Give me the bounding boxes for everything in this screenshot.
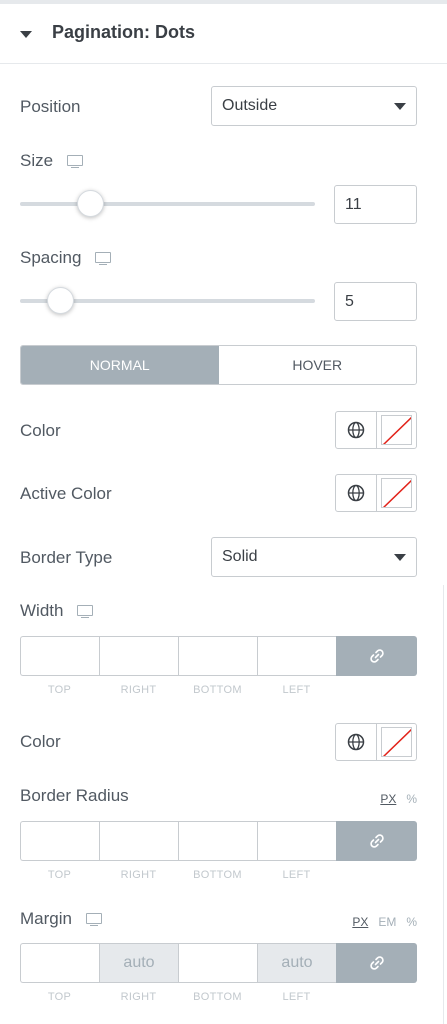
state-tabs: NORMAL HOVER [20, 345, 417, 385]
position-label: Position [20, 97, 81, 116]
border-type-select-value: Solid [222, 548, 258, 565]
width-dimension-labels: TOP RIGHT BOTTOM LEFT [47, 684, 311, 696]
active-color-picker[interactable] [335, 474, 417, 512]
width-label: Width [20, 601, 94, 621]
size-input[interactable]: 11 [334, 185, 417, 224]
globe-icon[interactable] [336, 475, 377, 511]
section-header[interactable]: Pagination: Dots [0, 4, 447, 64]
size-slider-track[interactable] [20, 202, 315, 206]
chevron-down-icon [394, 103, 406, 110]
border-type-label: Border Type [20, 548, 113, 567]
unit-percent[interactable]: % [406, 915, 417, 929]
tab-normal[interactable]: NORMAL [21, 346, 219, 384]
border-color-label: Color [20, 732, 61, 751]
position-select[interactable]: Outside [211, 86, 417, 126]
margin-dimensions: auto auto [20, 943, 417, 983]
unit-px[interactable]: PX [352, 915, 368, 929]
monitor-icon[interactable] [95, 251, 112, 266]
panel-divider [443, 585, 444, 1024]
monitor-icon[interactable] [85, 912, 102, 927]
width-top-input[interactable] [20, 636, 99, 676]
border-color-swatch[interactable] [377, 724, 416, 760]
globe-icon[interactable] [336, 724, 377, 760]
monitor-icon[interactable] [67, 154, 84, 169]
margin-units: PX EM % [352, 915, 417, 929]
radius-right-input[interactable] [99, 821, 178, 861]
chevron-down-icon [394, 554, 406, 561]
spacing-label: Spacing [20, 248, 112, 268]
monitor-icon[interactable] [77, 604, 94, 619]
radius-bottom-input[interactable] [178, 821, 257, 861]
link-icon[interactable] [336, 636, 417, 676]
radius-left-input[interactable] [257, 821, 336, 861]
link-icon[interactable] [336, 821, 417, 861]
spacing-input[interactable]: 5 [334, 282, 417, 321]
width-left-input[interactable] [257, 636, 336, 676]
width-right-input[interactable] [99, 636, 178, 676]
spacing-slider-thumb[interactable] [47, 287, 74, 314]
color-label: Color [20, 421, 61, 440]
size-label: Size [20, 151, 84, 171]
border-type-select[interactable]: Solid [211, 537, 417, 577]
border-radius-label: Border Radius [20, 786, 129, 805]
color-picker[interactable] [335, 411, 417, 449]
link-icon[interactable] [336, 943, 417, 983]
radius-top-input[interactable] [20, 821, 99, 861]
radius-dimension-labels: TOP RIGHT BOTTOM LEFT [47, 869, 311, 881]
border-color-picker[interactable] [335, 723, 417, 761]
width-dimensions [20, 636, 417, 676]
width-bottom-input[interactable] [178, 636, 257, 676]
unit-px[interactable]: PX [380, 792, 396, 806]
border-radius-units: PX % [380, 792, 417, 806]
margin-bottom-input[interactable] [178, 943, 257, 983]
globe-icon[interactable] [336, 412, 377, 448]
active-color-swatch[interactable] [377, 475, 416, 511]
caret-down-icon [20, 31, 32, 38]
unit-em[interactable]: EM [378, 915, 396, 929]
margin-top-input[interactable] [20, 943, 99, 983]
border-radius-dimensions [20, 821, 417, 861]
unit-percent[interactable]: % [406, 792, 417, 806]
margin-dimension-labels: TOP RIGHT BOTTOM LEFT [47, 991, 311, 1003]
section-title: Pagination: Dots [52, 22, 195, 42]
margin-label: Margin [20, 909, 102, 929]
tab-hover[interactable]: HOVER [218, 346, 416, 384]
active-color-label: Active Color [20, 484, 112, 503]
color-swatch[interactable] [377, 412, 416, 448]
margin-left-input[interactable]: auto [257, 943, 336, 983]
margin-right-input[interactable]: auto [99, 943, 178, 983]
position-select-value: Outside [222, 97, 278, 114]
size-slider-thumb[interactable] [77, 190, 104, 217]
